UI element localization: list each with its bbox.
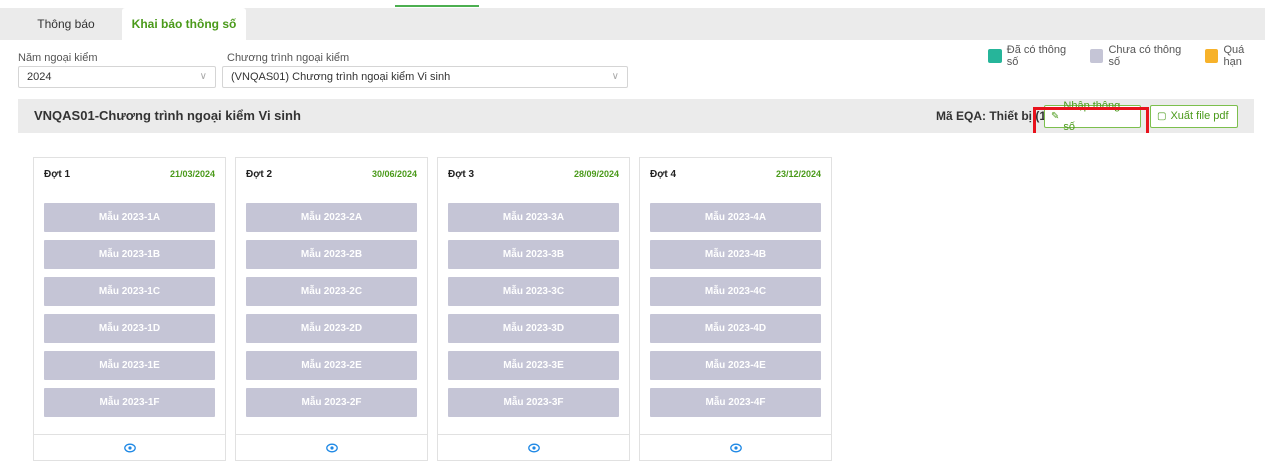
round-card: Đợt 4 23/12/2024 Mẫu 2023-4A Mẫu 2023-4B Mẫu…	[639, 157, 832, 461]
eye-icon[interactable]	[124, 443, 136, 453]
round-footer	[236, 434, 427, 461]
round-footer	[438, 434, 629, 461]
round-footer	[34, 434, 225, 461]
sample-button[interactable]: Mẫu 2023-4F	[650, 388, 821, 417]
sample-button[interactable]: Mẫu 2023-2B	[246, 240, 417, 269]
sample-button[interactable]: Mẫu 2023-4C	[650, 277, 821, 306]
round-title: Đợt 2	[246, 169, 273, 180]
file-icon: ▢	[1157, 111, 1167, 122]
sample-button[interactable]: Mẫu 2023-4A	[650, 203, 821, 232]
round-title: Đợt 1	[44, 169, 71, 180]
status-legend: Đã có thông số Chưa có thông số Quá hạn	[978, 44, 1265, 68]
round-date: 30/06/2024	[371, 169, 417, 179]
legend-item-not-configured: Chưa có thông số	[1089, 44, 1195, 68]
sample-button[interactable]: Mẫu 2023-1C	[44, 277, 215, 306]
sample-button[interactable]: Mẫu 2023-3F	[448, 388, 619, 417]
sample-button[interactable]: Mẫu 2023-3E	[448, 351, 619, 380]
sample-button[interactable]: Mẫu 2023-1E	[44, 351, 215, 380]
legend-swatch	[988, 49, 1002, 63]
tab-notifications[interactable]: Thông báo	[18, 8, 114, 40]
round-card: Đợt 3 28/09/2024 Mẫu 2023-3A Mẫu 2023-3B Mẫu…	[437, 157, 630, 461]
round-title: Đợt 4	[650, 169, 677, 180]
legend-item-overdue: Quá hạn	[1204, 44, 1265, 68]
program-label: Chương trình ngoại kiểm	[227, 52, 350, 64]
program-value: (VNQAS01) Chương trình ngoại kiểm Vi sin…	[231, 71, 451, 83]
year-select[interactable]: 2024 ∨	[18, 66, 216, 88]
chevron-down-icon: ∨	[199, 71, 207, 82]
top-strip	[0, 0, 1265, 8]
top-accent	[395, 5, 479, 7]
round-date: 28/09/2024	[573, 169, 619, 179]
sample-button[interactable]: Mẫu 2023-1A	[44, 203, 215, 232]
sample-button[interactable]: Mẫu 2023-4D	[650, 314, 821, 343]
export-pdf-button[interactable]: ▢ Xuất file pdf	[1150, 105, 1238, 128]
sample-button[interactable]: Mẫu 2023-3C	[448, 277, 619, 306]
sample-button[interactable]: Mẫu 2023-4E	[650, 351, 821, 380]
legend-label: Chưa có thông số	[1108, 44, 1182, 68]
sample-button[interactable]: Mẫu 2023-2A	[246, 203, 417, 232]
legend-label: Quá hạn	[1223, 44, 1245, 68]
program-select[interactable]: (VNQAS01) Chương trình ngoại kiểm Vi sin…	[222, 66, 628, 88]
legend-label: Đã có thông số	[1006, 44, 1067, 68]
round-footer	[640, 434, 831, 461]
sample-button[interactable]: Mẫu 2023-1D	[44, 314, 215, 343]
sample-button[interactable]: Mẫu 2023-3B	[448, 240, 619, 269]
pdf-button-label: Xuất file pdf	[1170, 110, 1229, 122]
year-value: 2024	[27, 71, 52, 83]
sample-button[interactable]: Mẫu 2023-4B	[650, 240, 821, 269]
round-date: 23/12/2024	[775, 169, 821, 179]
sample-button[interactable]: Mẫu 2023-2D	[246, 314, 417, 343]
chevron-down-icon: ∨	[611, 71, 619, 82]
round-card: Đợt 2 30/06/2024 Mẫu 2023-2A Mẫu 2023-2B Mẫu…	[235, 157, 428, 461]
eye-icon[interactable]	[528, 443, 540, 453]
round-title: Đợt 3	[448, 169, 475, 180]
sample-button[interactable]: Mẫu 2023-2E	[246, 351, 417, 380]
round-date: 21/03/2024	[169, 169, 215, 179]
legend-item-configured: Đã có thông số	[988, 44, 1080, 68]
legend-swatch	[1204, 49, 1219, 63]
year-label: Năm ngoại kiểm	[18, 52, 98, 64]
sample-button[interactable]: Mẫu 2023-3A	[448, 203, 619, 232]
legend-swatch	[1089, 49, 1104, 63]
sample-button[interactable]: Mẫu 2023-1B	[44, 240, 215, 269]
tab-parameter-declaration[interactable]: Khai báo thông số	[122, 8, 246, 40]
sample-button[interactable]: Mẫu 2023-3D	[448, 314, 619, 343]
sample-button[interactable]: Mẫu 2023-2C	[246, 277, 417, 306]
eye-icon[interactable]	[326, 443, 338, 453]
tab-bar: Thông báo Khai báo thông số	[0, 8, 1265, 40]
sample-button[interactable]: Mẫu 2023-1F	[44, 388, 215, 417]
round-card: Đợt 1 21/03/2024 Mẫu 2023-1A Mẫu 2023-1B Mẫu…	[33, 157, 226, 461]
panel-title: VNQAS01-Chương trình ngoại kiểm Vi sinh	[34, 108, 301, 123]
eye-icon[interactable]	[730, 443, 742, 453]
sample-button[interactable]: Mẫu 2023-2F	[246, 388, 417, 417]
